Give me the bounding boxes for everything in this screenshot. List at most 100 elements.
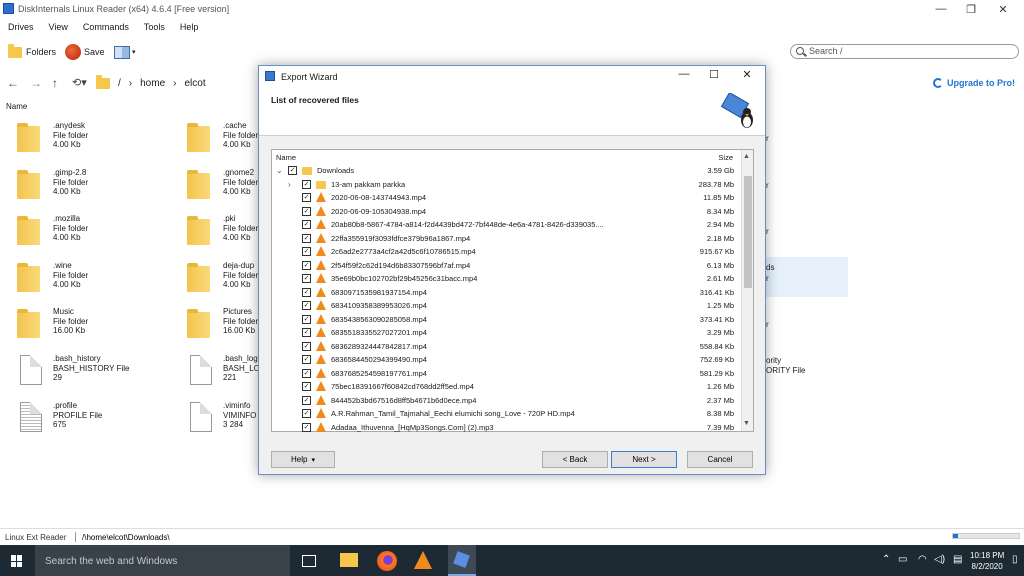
cancel-button[interactable]: Cancel xyxy=(687,451,753,468)
row-checkbox[interactable]: ✓ xyxy=(302,341,311,351)
row-checkbox[interactable]: ✓ xyxy=(302,274,311,283)
file-row[interactable]: ✓ 75bec18391667f60842cd768dd2ff5ed.mp4 1.2… xyxy=(272,380,742,394)
view-mode-button[interactable]: ▾ xyxy=(114,42,136,62)
volume-icon[interactable]: ◁) xyxy=(934,554,945,565)
row-checkbox[interactable]: ✓ xyxy=(302,382,311,391)
file-row[interactable]: ✓ 6835518335527027201.mp4 3.29 Mb xyxy=(272,326,742,340)
row-checkbox[interactable]: ✓ xyxy=(302,179,311,189)
column-name[interactable]: Name xyxy=(276,153,296,162)
file-explorer-icon[interactable] xyxy=(340,553,358,567)
chevron-right-icon[interactable]: › xyxy=(288,180,291,189)
row-checkbox[interactable]: ✓ xyxy=(302,287,311,297)
file-row[interactable]: ✓ 6836289324447842817.mp4 558.84 Kb xyxy=(272,340,742,354)
linux-reader-taskbar-button[interactable] xyxy=(448,545,476,576)
file-row[interactable]: ✓ 6835438563090285058.mp4 373.41 Kb xyxy=(272,313,742,327)
row-checkbox[interactable]: ✓ xyxy=(302,409,311,418)
file-item[interactable]: .profile PROFILE File 675 xyxy=(5,399,165,439)
row-checkbox[interactable]: ✓ xyxy=(302,220,311,229)
dialog-minimize-button[interactable]: — xyxy=(669,68,699,84)
scroll-down-icon[interactable]: ▼ xyxy=(743,420,750,427)
battery-icon[interactable]: ▭ xyxy=(898,554,907,565)
clock[interactable]: 10:18 PM 8/2/2020 xyxy=(970,550,1004,572)
breadcrumb-root[interactable]: / xyxy=(118,78,121,89)
windows-start-icon[interactable] xyxy=(11,555,23,567)
chevron-down-icon[interactable]: ⌄ xyxy=(276,166,283,175)
row-checkbox[interactable]: ✓ xyxy=(302,206,311,216)
history-icon[interactable]: ⟲▾ xyxy=(72,76,87,89)
scroll-up-icon[interactable]: ▲ xyxy=(743,153,750,160)
up-arrow-icon[interactable]: ↑ xyxy=(52,76,58,90)
file-row[interactable]: ✓ 35e69b0bc102702bf29b45256c31bacc.mp4 2.6… xyxy=(272,272,742,286)
row-checkbox[interactable]: ✓ xyxy=(302,193,311,202)
row-checkbox[interactable]: ✓ xyxy=(302,328,311,337)
dialog-close-button[interactable]: ✕ xyxy=(732,68,762,84)
file-row[interactable]: ✓ 844452b3bd67516d8ff5b4671b6d0ece.mp4 2.3… xyxy=(272,394,742,408)
row-checkbox[interactable]: ✓ xyxy=(302,368,311,378)
back-arrow-icon[interactable]: ← xyxy=(7,76,19,90)
close-button[interactable]: ✕ xyxy=(987,0,1019,18)
upgrade-link[interactable]: Upgrade to Pro! xyxy=(933,78,1015,88)
menu-drives[interactable]: Drives xyxy=(0,18,41,32)
file-row[interactable]: ✓ 2c6ad2e2773a4cf2a42d5c6f10786515.mp4 915… xyxy=(272,245,742,259)
file-row[interactable]: ✓ 6834109358389953026.mp4 1.25 Mb xyxy=(272,299,742,313)
task-view-icon[interactable] xyxy=(302,555,316,567)
dialog-title: Export Wizard xyxy=(281,72,338,82)
file-item[interactable]: Music File folder 16.00 Kb xyxy=(5,305,165,345)
folders-button[interactable]: Folders xyxy=(8,42,56,62)
row-checkbox[interactable]: ✓ xyxy=(302,233,311,243)
menu-help[interactable]: Help xyxy=(172,18,206,32)
next-button[interactable]: Next > xyxy=(611,451,677,468)
dialog-maximize-button[interactable]: ☐ xyxy=(699,68,729,84)
file-item[interactable]: .mozilla File folder 4.00 Kb xyxy=(5,212,165,252)
breadcrumb-home[interactable]: home xyxy=(140,78,165,89)
vertical-scrollbar[interactable]: ▲ ▼ xyxy=(741,150,753,431)
row-checkbox[interactable]: ✓ xyxy=(302,247,311,256)
file-row[interactable]: ✓ 20ab80b8-5867-4784-a814-f2d4439bd472-7b… xyxy=(272,218,742,232)
file-item[interactable]: .bash_history BASH_HISTORY File 29 xyxy=(5,352,165,392)
vlc-icon[interactable] xyxy=(414,551,432,569)
file-item[interactable]: .gimp-2.8 File folder 4.00 Kb xyxy=(5,166,165,206)
file-row[interactable]: ✓ 2f54f59f2c62d194d6b83307596bf7af.mp4 6.1… xyxy=(272,259,742,273)
file-row[interactable]: ✓ Adadaa_Ithuvenna_[HqMp3Songs.Com] (2).m… xyxy=(272,421,742,433)
minimize-button[interactable]: — xyxy=(925,0,957,18)
row-checkbox[interactable]: ✓ xyxy=(302,395,311,405)
row-checkbox[interactable]: ✓ xyxy=(302,301,311,310)
chevron-up-icon[interactable]: ⌃ xyxy=(882,554,890,565)
row-checkbox[interactable]: ✓ xyxy=(302,422,311,432)
menu-commands[interactable]: Commands xyxy=(75,18,136,32)
file-item[interactable]: .wine File folder 4.00 Kb xyxy=(5,259,165,299)
taskbar-search[interactable]: Search the web and Windows xyxy=(35,545,290,576)
column-size[interactable]: Size xyxy=(718,153,733,162)
file-row[interactable]: › ✓ 13-am pakkam parkka 283.78 Mb xyxy=(272,178,742,192)
row-checkbox[interactable]: ✓ xyxy=(302,355,311,364)
column-header-name[interactable]: Name xyxy=(6,102,27,111)
breadcrumb-elcot[interactable]: elcot xyxy=(184,78,205,89)
action-center-icon[interactable]: ▯ xyxy=(1012,554,1018,565)
file-row[interactable]: ✓ A.R.Rahman_Tamil_Tajmahal_Eechi elumich… xyxy=(272,407,742,421)
file-row[interactable]: ✓ 6837685254598197761.mp4 581.29 Kb xyxy=(272,367,742,381)
file-row[interactable]: ✓ 22ffa355919f3093fdfce379b96a1867.mp4 2.1… xyxy=(272,232,742,246)
maximize-button[interactable]: ❐ xyxy=(955,0,987,18)
row-checkbox[interactable]: ✓ xyxy=(302,260,311,270)
menu-view[interactable]: View xyxy=(41,18,75,32)
scroll-thumb[interactable] xyxy=(744,176,752,288)
firefox-icon[interactable] xyxy=(377,551,397,571)
save-button[interactable]: Save xyxy=(65,42,105,62)
row-checkbox[interactable]: ✓ xyxy=(302,314,311,324)
back-button[interactable]: < Back xyxy=(542,451,608,468)
network-icon[interactable]: ◠ xyxy=(918,554,927,565)
help-button[interactable]: Help ▾ xyxy=(271,451,335,468)
file-item[interactable]: .anydesk File folder 4.00 Kb xyxy=(5,119,165,159)
refresh-icon xyxy=(933,78,943,88)
file-row[interactable]: ✓ 6830971535981937154.mp4 316.41 Kb xyxy=(272,286,742,300)
row-checkbox[interactable]: ✓ xyxy=(288,166,297,175)
file-row[interactable]: ✓ 2020-06-09-105304938.mp4 8.34 Mb xyxy=(272,205,742,219)
notification-icon[interactable]: ▤ xyxy=(953,554,962,565)
search-input[interactable]: Search / xyxy=(790,44,1019,59)
app-icon xyxy=(3,3,14,14)
file-row[interactable]: ✓ 2020-06-08-143744943.mp4 11.85 Mb xyxy=(272,191,742,205)
file-row[interactable]: ⌄ ✓ Downloads 3.59 Gb xyxy=(272,164,742,178)
file-row[interactable]: ✓ 6836584450294399490.mp4 752.69 Kb xyxy=(272,353,742,367)
forward-arrow-icon[interactable]: → xyxy=(30,76,42,90)
menu-tools[interactable]: Tools xyxy=(136,18,172,32)
